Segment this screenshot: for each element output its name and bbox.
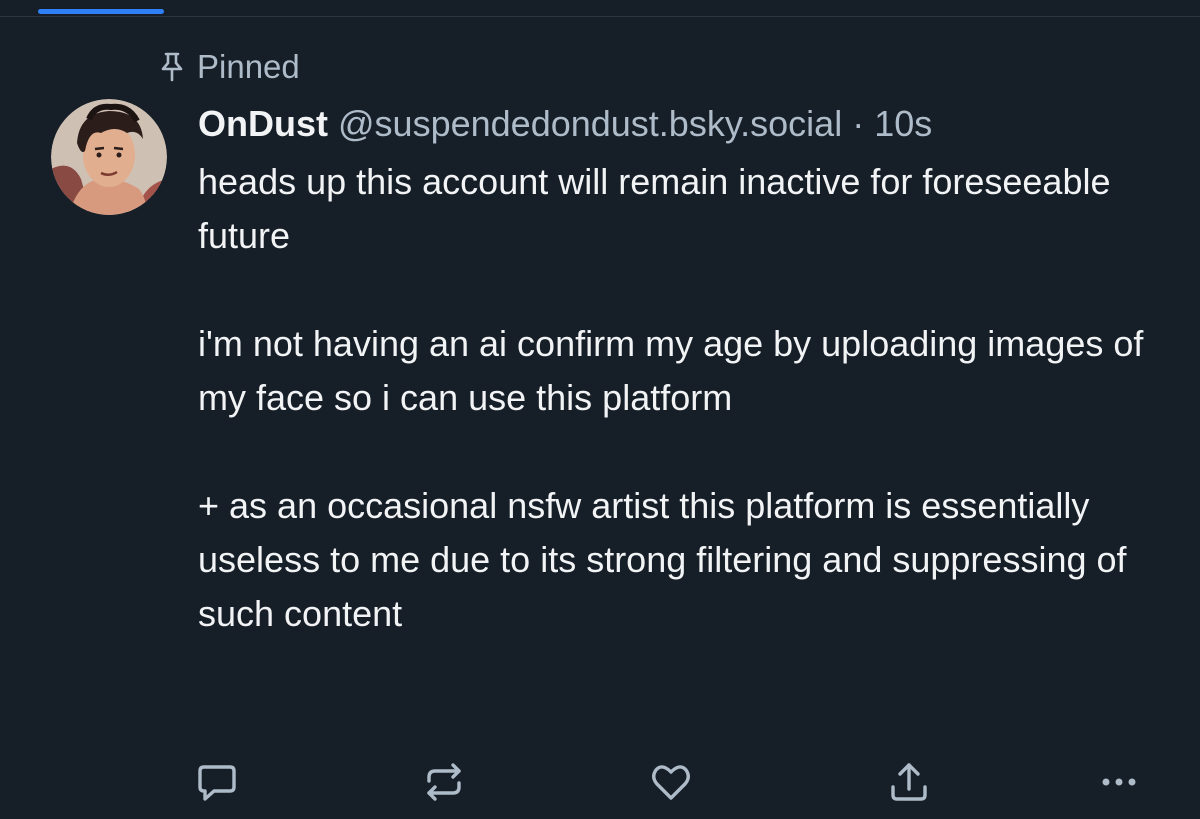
post-text: heads up this account will remain inacti… — [198, 155, 1158, 641]
reply-icon — [194, 759, 240, 805]
tab-bar — [0, 0, 1200, 17]
post-content: OnDust @suspendedondust.bsky.social · 10… — [198, 99, 1158, 641]
share-button[interactable] — [883, 757, 935, 807]
pinned-post[interactable]: Pinned OnDust @suspendedondust.bsky.soci… — [0, 17, 1200, 819]
more-icon — [1096, 759, 1142, 805]
avatar[interactable] — [51, 99, 167, 215]
post-paragraph: + as an occasional nsfw artist this plat… — [198, 485, 1127, 634]
post-actions — [0, 757, 1200, 807]
like-button[interactable] — [645, 757, 697, 807]
share-icon — [886, 759, 932, 805]
author-display-name[interactable]: OnDust — [198, 103, 328, 144]
post-header: OnDust @suspendedondust.bsky.social · 10… — [198, 99, 1158, 149]
author-handle[interactable]: @suspendedondust.bsky.social — [338, 103, 842, 144]
reply-button[interactable] — [191, 757, 243, 807]
pinned-indicator: Pinned — [159, 47, 300, 87]
separator-dot: · — [852, 103, 865, 144]
post-paragraph: heads up this account will remain inacti… — [198, 161, 1111, 256]
active-tab-indicator — [38, 9, 164, 14]
pinned-label: Pinned — [197, 48, 300, 85]
post-timestamp[interactable]: 10s — [874, 103, 932, 144]
pin-icon — [159, 51, 185, 83]
repost-button[interactable] — [418, 757, 470, 807]
post-paragraph: i'm not having an ai confirm my age by u… — [198, 323, 1144, 418]
repost-icon — [421, 759, 467, 805]
heart-icon — [648, 759, 694, 805]
more-options-button[interactable] — [1093, 757, 1145, 807]
